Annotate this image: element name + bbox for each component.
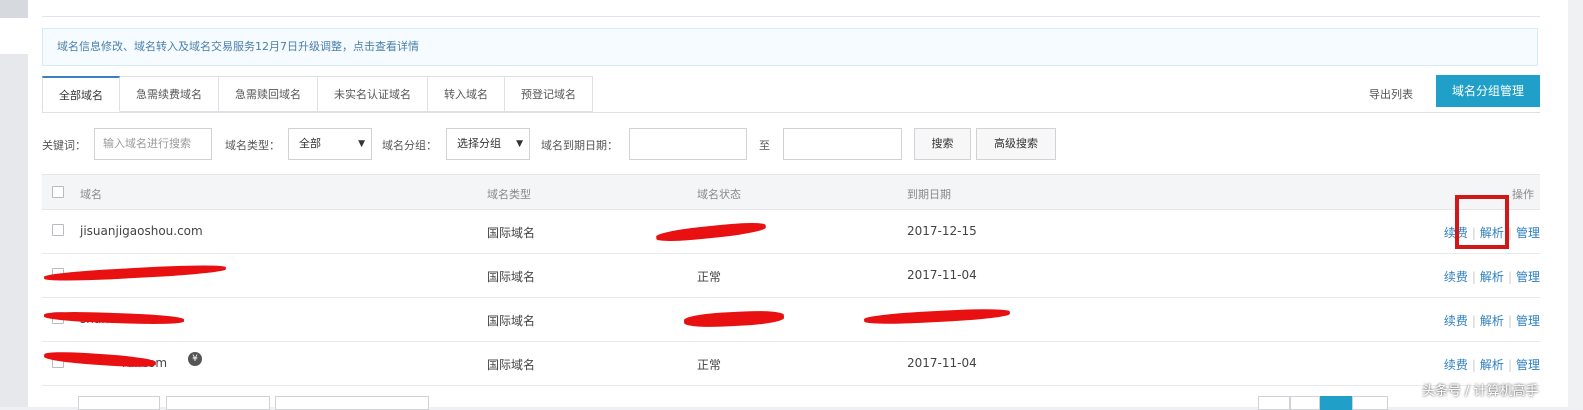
- left-sidebar: [0, 0, 28, 407]
- annotation-highlight-box: [1455, 195, 1509, 249]
- table-header: 域名 域名类型 域名状态 到期日期 操作: [42, 174, 1540, 210]
- tabs-divider: [42, 112, 1540, 113]
- pager-control[interactable]: [166, 396, 270, 410]
- row-checkbox[interactable]: [52, 224, 64, 236]
- domain-type: 国际域名: [487, 358, 536, 372]
- keyword-input[interactable]: 输入域名进行搜索: [94, 128, 212, 160]
- domain-group-select[interactable]: 选择分组 ▼: [446, 128, 530, 160]
- domain-group-label: 域名分组：: [382, 139, 437, 152]
- notice-banner[interactable]: 域名信息修改、域名转入及域名交易服务12月7日升级调整，点击查看详情: [42, 28, 1538, 66]
- domain-type-value: 全部: [299, 137, 321, 150]
- col-ops: 操作: [1512, 188, 1534, 201]
- col-expire: 到期日期: [907, 188, 951, 201]
- renew-link[interactable]: 续费: [1444, 314, 1468, 328]
- col-type: 域名类型: [487, 188, 531, 201]
- table-row: shaner 国际域名 续费|解析|管理: [42, 298, 1540, 342]
- date-range-separator: 至: [759, 139, 770, 152]
- expire-date: 2017-11-04: [907, 268, 977, 282]
- row-actions: 续费 | 解析 | 管理: [1443, 270, 1540, 284]
- tab-preregistered[interactable]: 预登记域名: [505, 76, 593, 112]
- manage-link[interactable]: 管理: [1516, 226, 1540, 240]
- select-all-checkbox[interactable]: [52, 186, 64, 198]
- sidebar-item[interactable]: [0, 18, 28, 54]
- group-manage-button[interactable]: 域名分组管理: [1436, 75, 1540, 107]
- expire-date: 2017-12-15: [907, 224, 977, 238]
- pager-page[interactable]: [1352, 396, 1388, 410]
- expire-end-input[interactable]: [783, 128, 902, 160]
- row-actions: 续费 | 解析 | 管理: [1443, 358, 1540, 372]
- dns-resolve-link[interactable]: 解析: [1480, 270, 1504, 284]
- domain-type: 国际域名: [487, 270, 536, 284]
- right-gutter: [1568, 0, 1583, 407]
- advanced-search-button[interactable]: 高级搜索: [976, 128, 1056, 160]
- manage-link[interactable]: 管理: [1516, 270, 1540, 284]
- domain-type: 国际域名: [487, 314, 536, 328]
- domain-type-select[interactable]: 全部 ▼: [288, 128, 372, 160]
- row-actions: 续费 | 解析 | 管理: [1443, 314, 1540, 328]
- watermark: 头条号 / 计算机高手: [1422, 384, 1539, 399]
- manage-link[interactable]: 管理: [1516, 358, 1540, 372]
- pager-prev-button[interactable]: [1258, 396, 1290, 410]
- expire-date: 2017-11-04: [907, 356, 977, 370]
- renew-link[interactable]: 续费: [1444, 270, 1468, 284]
- domain-status: 正常: [697, 270, 722, 284]
- table-row: jisuanjigaoshou.com 国际域名 2017-12-15 续费 | 解…: [42, 210, 1540, 254]
- dns-resolve-link[interactable]: 解析: [1480, 314, 1504, 328]
- domain-name[interactable]: jisuanjigaoshou.com: [80, 224, 203, 238]
- export-list-link[interactable]: 导出列表: [1369, 86, 1413, 102]
- dns-resolve-link[interactable]: 解析: [1480, 358, 1504, 372]
- col-status: 域名状态: [697, 188, 741, 201]
- manage-link[interactable]: 管理: [1516, 314, 1540, 328]
- tab-unverified[interactable]: 未实名认证域名: [318, 76, 428, 112]
- search-button[interactable]: 搜索: [914, 128, 971, 160]
- tab-transfer-in[interactable]: 转入域名: [428, 76, 505, 112]
- domain-group-value: 选择分组: [457, 137, 501, 150]
- tab-renew-urgent[interactable]: 急需续费域名: [120, 76, 219, 112]
- chevron-down-icon: ▼: [516, 139, 523, 149]
- chevron-down-icon: ▼: [358, 139, 365, 149]
- tab-all-domains[interactable]: 全部域名: [42, 76, 120, 112]
- renew-link[interactable]: 续费: [1444, 358, 1468, 372]
- tab-redeem-urgent[interactable]: 急需赎回域名: [219, 76, 318, 112]
- keyword-label: 关键词：: [42, 139, 86, 152]
- pager-control[interactable]: [275, 396, 429, 410]
- expire-start-input[interactable]: [629, 128, 747, 160]
- table-row: ral.com 国际域名 正常 2017-11-04 续费|解析|管理: [42, 342, 1540, 386]
- domain-status: 正常: [697, 358, 722, 372]
- pager-page[interactable]: [1290, 396, 1320, 410]
- sidebar-selected-item[interactable]: [0, 0, 28, 18]
- pager-page-current[interactable]: [1320, 396, 1352, 410]
- page-size-select[interactable]: [78, 396, 160, 410]
- domain-tabs: 全部域名 急需续费域名 急需赎回域名 未实名认证域名 转入域名 预登记域名: [42, 76, 593, 113]
- table-row: 国际域名 正常 2017-11-04 续费 | 解析 | 管理: [42, 254, 1540, 298]
- domain-type: 国际域名: [487, 226, 536, 240]
- divider: [42, 16, 1540, 17]
- col-domain: 域名: [80, 188, 102, 201]
- main-content: 域名信息修改、域名转入及域名交易服务12月7日升级调整，点击查看详情 全部域名 …: [28, 0, 1568, 410]
- yen-icon: ¥: [188, 352, 202, 366]
- domain-type-label: 域名类型：: [225, 139, 280, 152]
- expire-date-label: 域名到期日期：: [541, 139, 618, 152]
